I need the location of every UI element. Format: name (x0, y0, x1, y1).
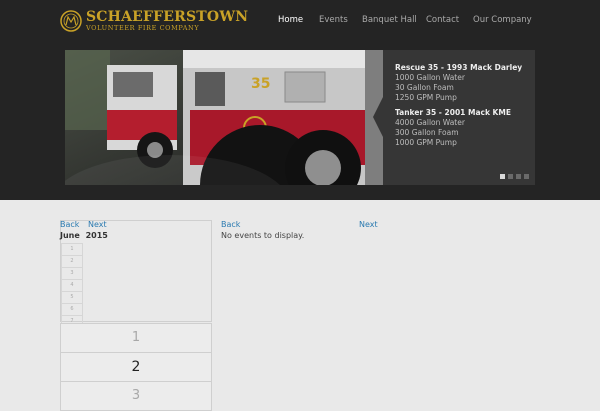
slider-dot[interactable] (500, 174, 505, 179)
calendar-back-link[interactable]: Back (60, 220, 79, 229)
truck-spec: 4000 Gallon Water (395, 118, 465, 127)
image-slider[interactable]: 35 Rescue 35 - 1993 Mack Darley 1000 Gal… (65, 50, 535, 185)
slider-dot[interactable] (524, 174, 529, 179)
events-empty-message: No events to display. (221, 231, 305, 240)
nav-contact[interactable]: Contact (426, 15, 459, 25)
calendar-day[interactable]: 3 (60, 381, 212, 411)
events-back-link[interactable]: Back (221, 220, 240, 229)
events-next-link[interactable]: Next (359, 220, 378, 229)
main-nav: Home Events Banquet Hall Contact Our Com… (0, 15, 600, 29)
calendar-week-cell[interactable]: 4 (61, 280, 83, 292)
nav-home[interactable]: Home (278, 15, 303, 25)
truck-spec: 30 Gallon Foam (395, 83, 454, 92)
calendar-week-column: 1 2 3 4 5 6 7 (61, 243, 83, 328)
calendar-day[interactable]: 1 (60, 323, 212, 353)
calendar-week-cell[interactable]: 1 (61, 243, 83, 256)
calendar-month-label: June 2015 (60, 231, 108, 240)
calendar-day-selected[interactable]: 2 (60, 352, 212, 382)
truck-number-text: 35 (251, 76, 270, 92)
slider-pagination (500, 174, 529, 179)
truck-spec: 1000 GPM Pump (395, 138, 457, 147)
truck-spec: 1250 GPM Pump (395, 93, 457, 102)
calendar-week-cell[interactable]: 5 (61, 292, 83, 304)
calendar-month: June (60, 231, 80, 240)
site-header: SCHAEFFERSTOWN VOLUNTEER FIRE COMPANY Ho… (0, 0, 600, 200)
fire-truck-photo: 35 (65, 50, 383, 185)
truck-title: Rescue 35 - 1993 Mack Darley (395, 63, 523, 72)
nav-our-company[interactable]: Our Company (473, 15, 532, 25)
calendar-week-cell[interactable]: 3 (61, 268, 83, 280)
truck-spec: 1000 Gallon Water (395, 73, 465, 82)
calendar-year: 2015 (85, 231, 108, 240)
nav-banquet-hall[interactable]: Banquet Hall (362, 15, 417, 25)
slider-dot[interactable] (508, 174, 513, 179)
truck-spec: 300 Gallon Foam (395, 128, 459, 137)
calendar-week-cell[interactable]: 6 (61, 304, 83, 316)
calendar-next-link[interactable]: Next (88, 220, 107, 229)
calendar-week-cell[interactable]: 2 (61, 256, 83, 268)
slider-dot[interactable] (516, 174, 521, 179)
nav-events[interactable]: Events (319, 15, 348, 25)
caption-arrow (373, 97, 383, 137)
truck-title: Tanker 35 - 2001 Mack KME (395, 108, 511, 117)
calendar-nav: Back Next (60, 220, 107, 229)
slide-caption-panel: Rescue 35 - 1993 Mack Darley 1000 Gallon… (373, 50, 535, 185)
